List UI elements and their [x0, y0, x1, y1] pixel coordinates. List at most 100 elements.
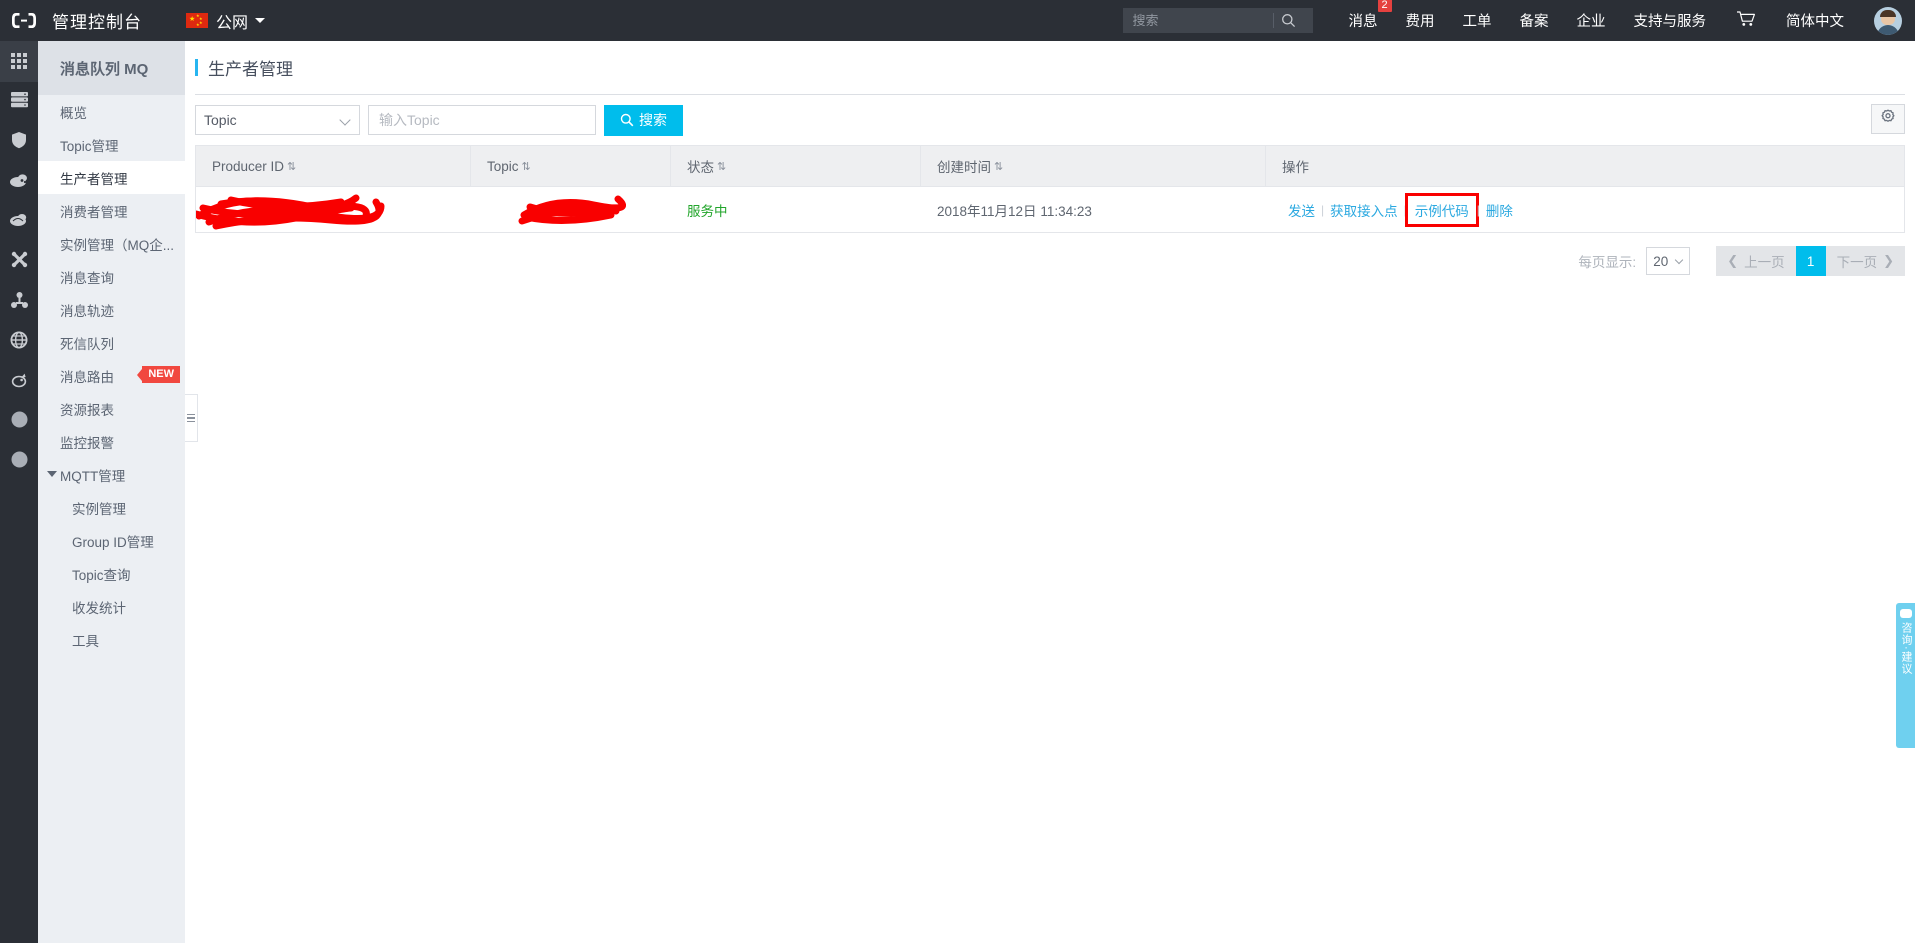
- sidebar-item-send-receive-stats[interactable]: 收发统计: [38, 590, 185, 623]
- chevron-right-icon: ❯: [1883, 253, 1894, 268]
- delete-link[interactable]: 删除: [1480, 200, 1519, 220]
- language-selector[interactable]: 简体中文: [1786, 10, 1844, 31]
- server-icon: [10, 91, 29, 113]
- sort-icon[interactable]: ⇅: [522, 160, 531, 173]
- sidebar-item-instance-management[interactable]: 实例管理（MQ企...: [38, 227, 185, 260]
- sidebar-item-group-id-management[interactable]: Group ID管理: [38, 524, 185, 557]
- nav-item-tickets[interactable]: 工单: [1463, 10, 1492, 31]
- nav-item-messages[interactable]: 消息 2: [1349, 0, 1392, 31]
- cell-operations: 发送 | 获取接入点 | 示例代码 | 删除: [1266, 187, 1904, 233]
- main-content: 生产者管理 Topic 搜索: [185, 41, 1915, 943]
- avatar[interactable]: [1874, 6, 1902, 35]
- search-icon: [620, 113, 634, 127]
- per-page-label: 每页显示:: [1578, 255, 1637, 270]
- table-body: 服务中 2018年11月12日 11:34:23 发送 | 获取接入点 | 示例…: [196, 187, 1904, 233]
- next-page-label: 下一页: [1836, 255, 1878, 270]
- consult-suggestion-widget[interactable]: 咨询·建议: [1896, 603, 1915, 748]
- rail-item-cloud[interactable]: [0, 162, 38, 202]
- search-icon[interactable]: [1274, 13, 1304, 28]
- send-link[interactable]: 发送: [1282, 200, 1321, 220]
- sidebar-item-resource-report[interactable]: 资源报表: [38, 392, 185, 425]
- cluster-icon: [10, 291, 29, 314]
- sidebar-item-mqtt-instance-management[interactable]: 实例管理: [38, 491, 185, 524]
- created-at-value: 2018年11月12日 11:34:23: [937, 203, 1092, 219]
- rail-item-database[interactable]: [0, 202, 38, 242]
- network-label: 公网: [216, 14, 249, 32]
- sidebar-item-consumer-management[interactable]: 消费者管理: [38, 194, 185, 227]
- icon-rail: [0, 41, 38, 943]
- chevron-left-icon: ❮: [1727, 253, 1739, 268]
- sidebar-item-label: 概览: [60, 105, 87, 121]
- sidebar-item-label: 资源报表: [60, 402, 114, 418]
- page-number-1[interactable]: 1: [1795, 246, 1826, 276]
- column-header-status[interactable]: 状态 ⇅: [671, 146, 921, 186]
- rail-item-products[interactable]: [0, 41, 38, 81]
- rail-item-more-1[interactable]: [0, 402, 38, 442]
- operation-separator: |: [1403, 202, 1407, 217]
- global-search-input[interactable]: [1122, 9, 1273, 32]
- sidebar-item-label: 收发统计: [72, 600, 126, 616]
- table-header-row: Producer ID ⇅ Topic ⇅ 状态 ⇅ 创建时间 ⇅ 操作: [196, 146, 1904, 187]
- sidebar-title: 消息队列 MQ: [38, 41, 185, 95]
- column-header-producer-id[interactable]: Producer ID ⇅: [196, 146, 471, 186]
- column-header-topic[interactable]: Topic ⇅: [471, 146, 671, 186]
- next-page-button[interactable]: 下一页 ❯: [1825, 246, 1905, 276]
- table-settings-button[interactable]: [1871, 104, 1905, 134]
- sidebar-item-dead-letter-queue[interactable]: 死信队列: [38, 326, 185, 359]
- rail-item-cdn[interactable]: [0, 322, 38, 362]
- cart-icon[interactable]: [1736, 10, 1756, 31]
- sort-icon[interactable]: ⇅: [287, 160, 296, 173]
- global-search[interactable]: [1122, 8, 1313, 33]
- page-header: 生产者管理: [185, 41, 1915, 94]
- sidebar-item-label: 死信队列: [60, 336, 114, 352]
- sidebar-item-tools[interactable]: 工具: [38, 623, 185, 656]
- filter-type-select-wrapper: Topic: [195, 105, 360, 135]
- nav-item-billing[interactable]: 费用: [1406, 10, 1435, 31]
- sidebar-item-label: 实例管理: [72, 501, 126, 517]
- column-label: 状态: [687, 160, 714, 175]
- sample-code-link[interactable]: 示例代码: [1404, 192, 1479, 227]
- nav-item-icp[interactable]: 备案: [1520, 10, 1549, 31]
- filter-keyword-input[interactable]: [368, 105, 596, 135]
- gear-icon: [1880, 109, 1896, 130]
- sidebar-item-message-trace[interactable]: 消息轨迹: [38, 293, 185, 326]
- chevron-down-icon: [255, 18, 266, 23]
- sort-icon[interactable]: ⇅: [994, 160, 1003, 173]
- sidebar-collapse-icon[interactable]: [185, 394, 198, 442]
- rail-item-cluster[interactable]: [0, 282, 38, 322]
- nav-item-support[interactable]: 支持与服务: [1634, 10, 1707, 31]
- sidebar-item-monitor-alarm[interactable]: 监控报警: [38, 425, 185, 458]
- top-navigation-bar: 管理控制台 ★ ★ ★ ★ ★ 公网 消息 2 费用 工单: [0, 0, 1915, 41]
- network-selector[interactable]: ★ ★ ★ ★ ★ 公网: [186, 9, 266, 33]
- sort-icon[interactable]: ⇅: [717, 160, 726, 173]
- sidebar-item-message-query[interactable]: 消息查询: [38, 260, 185, 293]
- rail-item-more-2[interactable]: [0, 442, 38, 482]
- apps-grid-icon: [11, 53, 27, 69]
- per-page-select[interactable]: 20: [1646, 247, 1691, 275]
- sidebar-item-mqtt-management[interactable]: MQTT管理: [38, 458, 185, 491]
- search-button[interactable]: 搜索: [604, 104, 683, 136]
- sidebar-item-overview[interactable]: 概览: [38, 95, 185, 128]
- column-header-created-at[interactable]: 创建时间 ⇅: [921, 146, 1266, 186]
- sidebar-item-label: Group ID管理: [72, 534, 154, 550]
- nav-item-enterprise[interactable]: 企业: [1577, 10, 1606, 31]
- get-endpoint-link[interactable]: 获取接入点: [1324, 200, 1404, 220]
- column-label: Producer ID: [212, 158, 285, 174]
- avatar-body: [1877, 24, 1899, 35]
- logo-button[interactable]: [0, 0, 47, 41]
- sidebar-item-message-routing[interactable]: 消息路由 NEW: [38, 359, 185, 392]
- sidebar-item-topic-management[interactable]: Topic管理: [38, 128, 185, 161]
- filter-type-select[interactable]: Topic: [195, 105, 360, 135]
- rail-item-ecs[interactable]: [0, 82, 38, 122]
- sidebar-item-label: 消费者管理: [60, 204, 128, 220]
- title-accent-bar: [195, 59, 198, 76]
- sidebar-item-producer-management[interactable]: 生产者管理: [38, 161, 185, 194]
- prev-page-button[interactable]: ❮ 上一页: [1716, 246, 1796, 276]
- cell-created-at: 2018年11月12日 11:34:23: [921, 187, 1266, 233]
- sidebar-item-label: 消息路由: [60, 369, 114, 385]
- sidebar-item-topic-query[interactable]: Topic查询: [38, 557, 185, 590]
- rail-item-network[interactable]: [0, 242, 38, 282]
- per-page-select-wrapper: 20: [1646, 247, 1691, 275]
- rail-item-analytics[interactable]: [0, 362, 38, 402]
- rail-item-security[interactable]: [0, 122, 38, 162]
